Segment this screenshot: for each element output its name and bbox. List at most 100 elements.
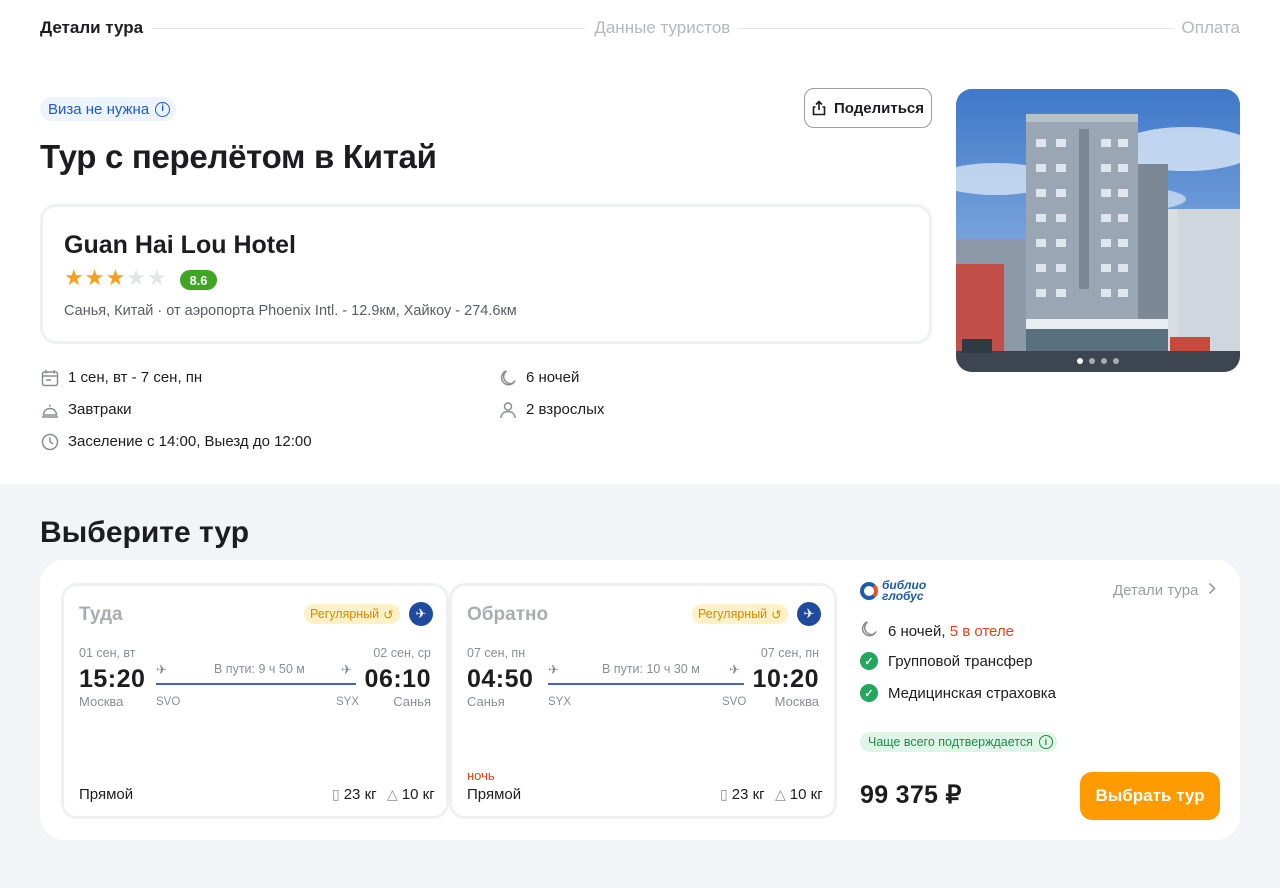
nights-count: 6 ночей,	[888, 623, 946, 640]
checkin-text: Заселение с 14:00, Выезд до 12:00	[68, 433, 312, 450]
airline-logo-icon: ✈	[797, 602, 821, 626]
regular-badge-label: Регулярный	[698, 607, 768, 621]
arrival-city: Санья	[393, 694, 431, 709]
departure-airport-code: SVO	[156, 696, 181, 708]
nights-summary: 6 ночей, 5 в отеле	[860, 620, 1014, 643]
dates-text: 1 сен, вт - 7 сен, пн	[68, 369, 203, 386]
regular-badge-label: Регулярный	[310, 607, 380, 621]
arrival-airport-code: SVO	[722, 696, 747, 708]
moon-icon	[498, 368, 517, 387]
tour-header-area: Детали тура Данные туристов Оплата Виза …	[0, 0, 1280, 484]
departure-time: 15:20	[79, 665, 146, 693]
gallery-dot[interactable]	[1089, 358, 1095, 364]
landing-icon: ✈	[729, 662, 740, 677]
meal-text: Завтраки	[68, 401, 132, 418]
landing-icon: ✈	[341, 662, 352, 677]
visa-label: Виза не нужна	[48, 100, 150, 118]
hand-luggage-weight: 10 кг	[401, 786, 435, 803]
arrival-city: Москва	[774, 694, 819, 709]
gallery-dot[interactable]	[1113, 358, 1119, 364]
hand-luggage-weight: 10 кг	[789, 786, 823, 803]
star-icon: ★	[105, 265, 126, 290]
outbound-flight-card[interactable]: Туда Регулярный ↺ ✈ 01 сен, вт 02 сен, с…	[61, 583, 449, 819]
gallery-dot[interactable]	[1101, 358, 1107, 364]
inbound-flight-card[interactable]: Обратно Регулярный ↺ ✈ 07 сен, пн 07 сен…	[449, 583, 837, 819]
operator-logo-line2: глобус	[882, 589, 924, 603]
departure-date: 01 сен, вт	[79, 646, 136, 660]
baggage-allowance: ▯ 23 кг	[720, 786, 765, 803]
hotel-name[interactable]: Guan Hai Lou Hotel	[64, 231, 296, 260]
operator-logo-icon	[860, 582, 878, 600]
airline-logo-icon: ✈	[409, 602, 433, 626]
regular-badge: Регулярный ↺	[304, 604, 400, 624]
suitcase-icon: ▯	[720, 786, 728, 802]
departure-date: 07 сен, пн	[467, 646, 526, 660]
tour-details-link[interactable]: Детали тура	[1113, 582, 1217, 599]
star-icon: ★	[146, 265, 167, 290]
hotel-photo-gallery[interactable]	[956, 89, 1240, 372]
hotel-card[interactable]: Guan Hai Lou Hotel ★ ★ ★ ★ ★ 8.6 Санья, …	[40, 204, 932, 344]
departure-city: Москва	[79, 694, 124, 709]
star-icon: ★	[84, 265, 105, 290]
arrival-date: 02 сен, ср	[373, 646, 431, 660]
step-tour-details[interactable]: Детали тура	[40, 18, 143, 38]
info-icon[interactable]: i	[1038, 735, 1053, 749]
departure-time: 04:50	[467, 665, 534, 693]
step-divider	[739, 27, 1173, 29]
transfer-label: Групповой трансфер	[888, 652, 1033, 670]
fact-nights: 6 ночей	[498, 368, 579, 387]
flight-direction: Туда	[79, 604, 123, 625]
chevron-right-icon	[1208, 582, 1217, 599]
tour-price: 99 375 ₽	[860, 781, 962, 809]
fact-dates: 1 сен, вт - 7 сен, пн	[40, 368, 202, 387]
share-button[interactable]: Поделиться	[804, 88, 932, 128]
clock-icon	[40, 432, 59, 451]
tour-details-label: Детали тура	[1113, 582, 1199, 599]
guests-text: 2 взрослых	[526, 401, 605, 418]
checkout-steps: Детали тура Данные туристов Оплата	[40, 18, 1240, 38]
star-icon: ★	[126, 265, 146, 290]
cloche-icon	[40, 400, 59, 419]
flight-duration: В пути: 10 ч 30 м	[602, 662, 700, 676]
confirmation-badge[interactable]: Чаще всего подтверждается i	[860, 732, 1057, 752]
step-tourist-data[interactable]: Данные туристов	[594, 18, 730, 38]
step-payment[interactable]: Оплата	[1182, 18, 1240, 38]
checkmark-icon: ✓	[860, 684, 878, 702]
step-divider	[152, 27, 586, 29]
share-label: Поделиться	[833, 99, 925, 117]
flight-duration: В пути: 9 ч 50 м	[214, 662, 305, 676]
hotel-location: Санья, Китай · от аэропорта Phoenix Intl…	[64, 303, 517, 319]
section-title: Выберите тур	[40, 516, 250, 549]
regular-badge: Регулярный ↺	[692, 604, 788, 624]
calendar-icon	[40, 368, 59, 387]
visa-badge[interactable]: Виза не нужна i	[40, 97, 177, 121]
fact-checkin: Заселение с 14:00, Выезд до 12:00	[40, 432, 312, 451]
checkmark-icon: ✓	[860, 652, 878, 670]
hotel-stars: ★ ★ ★ ★ ★	[64, 267, 167, 289]
hand-luggage-allowance: △ 10 кг	[387, 786, 435, 803]
takeoff-icon: ✈	[548, 662, 559, 677]
choose-tour-button[interactable]: Выбрать тур	[1080, 772, 1220, 820]
info-icon[interactable]: i	[155, 101, 171, 117]
departure-city: Санья	[467, 694, 505, 709]
takeoff-icon: ✈	[156, 662, 167, 677]
flight-type: Прямой	[467, 786, 522, 803]
insurance-feature: ✓ Медицинская страховка	[860, 684, 1056, 702]
gallery-dots	[956, 358, 1240, 364]
share-icon	[812, 100, 826, 116]
arrival-airport-code: SYX	[336, 696, 360, 708]
history-icon: ↺	[383, 607, 394, 622]
history-icon: ↺	[771, 607, 782, 622]
departure-airport-code: SYX	[548, 696, 572, 708]
gallery-dot[interactable]	[1077, 358, 1083, 364]
page-title: Тур с перелётом в Китай	[40, 138, 437, 175]
transfer-feature: ✓ Групповой трансфер	[860, 652, 1033, 670]
star-icon: ★	[64, 265, 84, 290]
flight-type: Прямой	[79, 786, 134, 803]
rating-badge: 8.6	[180, 270, 217, 290]
nights-in-hotel: 5 в отеле	[949, 623, 1014, 640]
night-flight-label: ночь	[467, 768, 495, 783]
flight-route-line	[548, 683, 744, 685]
suitcase-icon: ▯	[332, 786, 340, 802]
hotel-photo	[956, 89, 1240, 372]
